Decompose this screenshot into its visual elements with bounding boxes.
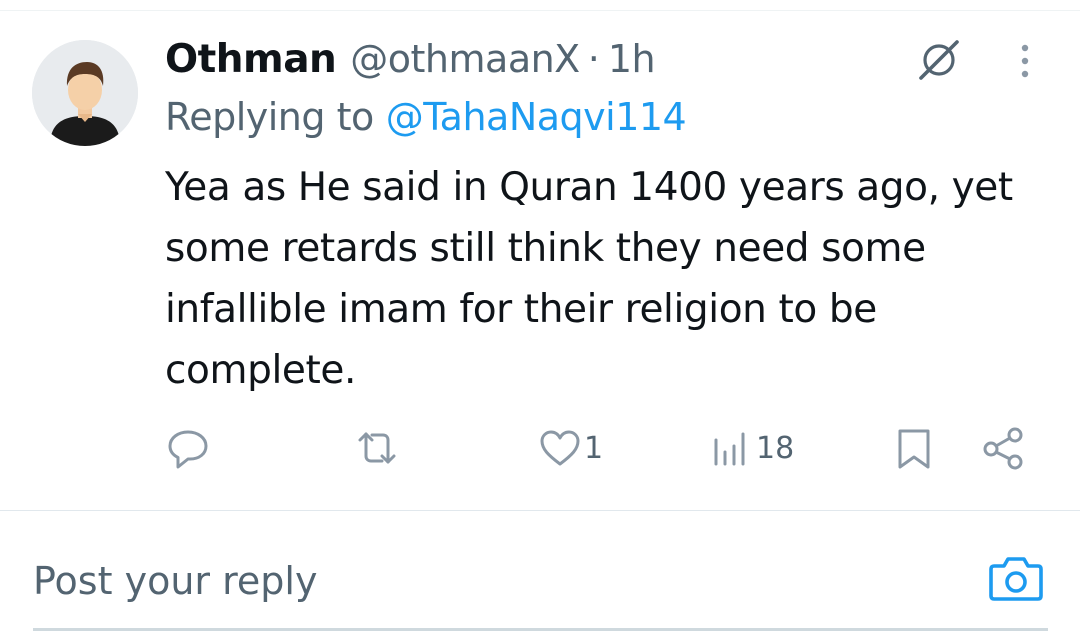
replying-to-handle[interactable]: @TahaNaqvi114 (386, 95, 687, 139)
heart-icon (540, 430, 580, 466)
like-button[interactable]: 1 (538, 420, 603, 476)
reply-input-underline (33, 628, 1048, 631)
tweet-header: Othman @othmaanX · 1h (165, 34, 656, 84)
avatar[interactable] (32, 40, 138, 146)
replying-to: Replying to @TahaNaqvi114 (165, 92, 687, 142)
like-count: 1 (584, 430, 604, 466)
reply-button[interactable] (166, 420, 216, 476)
reply-icon (168, 430, 208, 469)
camera-icon[interactable] (988, 552, 1044, 604)
separator-dot: · (587, 37, 600, 81)
repost-button[interactable] (354, 420, 400, 476)
author-display-name[interactable]: Othman (165, 37, 337, 82)
share-icon (983, 427, 1023, 470)
bookmark-icon (898, 429, 930, 469)
tweet-time[interactable]: 1h (608, 37, 656, 81)
more-options-icon[interactable] (1010, 40, 1040, 84)
author-handle[interactable]: @othmaanX (350, 37, 580, 81)
default-avatar-icon (32, 40, 138, 146)
bookmark-button[interactable] (894, 420, 934, 476)
reply-input[interactable] (33, 546, 933, 616)
tweet-actions: 1 18 (0, 420, 1080, 480)
repost-icon (358, 432, 396, 464)
grok-icon[interactable] (913, 38, 965, 82)
tweet-card[interactable]: Othman @othmaanX · 1h Replying to @TahaN… (0, 0, 1080, 510)
views-button[interactable]: 18 (712, 420, 794, 476)
views-count: 18 (756, 430, 795, 466)
views-chart-icon (714, 432, 745, 466)
tweet-text: Yea as He said in Quran 1400 years ago, … (165, 165, 1013, 393)
replying-to-label: Replying to (165, 95, 374, 139)
share-button[interactable] (980, 420, 1026, 476)
